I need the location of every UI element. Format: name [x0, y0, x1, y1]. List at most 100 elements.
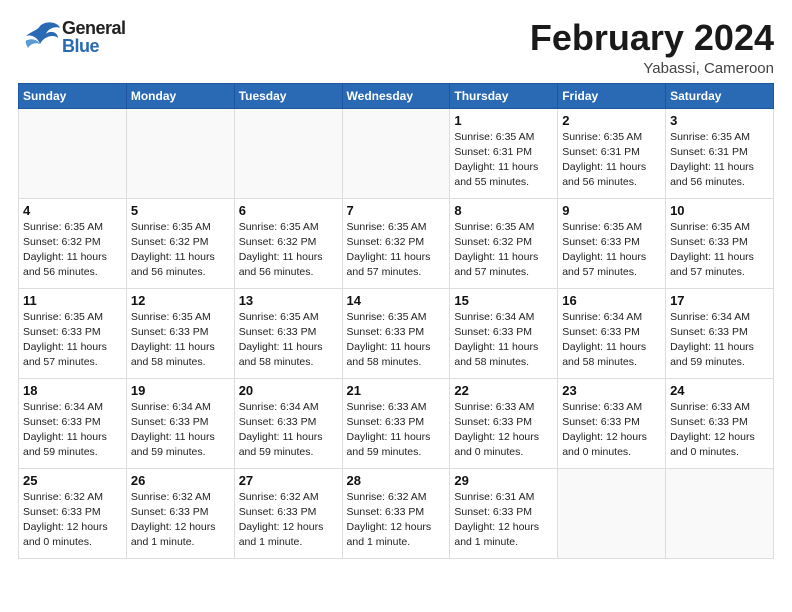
col-friday: Friday: [558, 83, 666, 108]
calendar-week-1: 1Sunrise: 6:35 AM Sunset: 6:31 PM Daylig…: [19, 108, 774, 198]
day-info: Sunrise: 6:31 AM Sunset: 6:33 PM Dayligh…: [454, 490, 553, 551]
calendar-cell: 8 Sunrise: 6:35 AM Sunset: 6:32 PM Daylig…: [450, 198, 558, 288]
logo: General Blue: [18, 18, 126, 56]
calendar-cell: 17 Sunrise: 6:34 AM Sunset: 6:33 PM Dayli…: [666, 288, 774, 378]
day-info: Sunrise: 6:32 AM Sunset: 6:33 PM Dayligh…: [239, 490, 338, 551]
day-info: Sunrise: 6:32 AM Sunset: 6:33 PM Dayligh…: [347, 490, 446, 551]
day-number: 28: [347, 473, 446, 488]
day-number: 13: [239, 293, 338, 308]
calendar-cell: 28 Sunrise: 6:32 AM Sunset: 6:33 PM Dayli…: [342, 468, 450, 558]
calendar-week-4: 18 Sunrise: 6:34 AM Sunset: 6:33 PM Dayli…: [19, 378, 774, 468]
calendar-cell: [126, 108, 234, 198]
day-info: Sunrise: 6:34 AM Sunset: 6:33 PM Dayligh…: [131, 400, 230, 461]
day-number: 17: [670, 293, 769, 308]
calendar-table: Sunday Monday Tuesday Wednesday Thursday…: [18, 83, 774, 559]
col-thursday: Thursday: [450, 83, 558, 108]
calendar-cell: 24Sunrise: 6:33 AM Sunset: 6:33 PM Dayli…: [666, 378, 774, 468]
day-number: 6: [239, 203, 338, 218]
logo-icon: [18, 18, 62, 56]
day-number: 27: [239, 473, 338, 488]
title-block: February 2024 Yabassi, Cameroon: [530, 18, 774, 77]
col-sunday: Sunday: [19, 83, 127, 108]
day-number: 15: [454, 293, 553, 308]
day-number: 21: [347, 383, 446, 398]
calendar-cell: 9 Sunrise: 6:35 AM Sunset: 6:33 PM Daylig…: [558, 198, 666, 288]
day-info: Sunrise: 6:34 AM Sunset: 6:33 PM Dayligh…: [562, 310, 661, 371]
calendar-cell: 15 Sunrise: 6:34 AM Sunset: 6:33 PM Dayli…: [450, 288, 558, 378]
day-number: 16: [562, 293, 661, 308]
calendar-cell: 10Sunrise: 6:35 AM Sunset: 6:33 PM Dayli…: [666, 198, 774, 288]
day-info: Sunrise: 6:35 AM Sunset: 6:31 PM Dayligh…: [670, 130, 769, 191]
day-number: 18: [23, 383, 122, 398]
day-number: 26: [131, 473, 230, 488]
calendar-header-row: Sunday Monday Tuesday Wednesday Thursday…: [19, 83, 774, 108]
calendar-cell: 13Sunrise: 6:35 AM Sunset: 6:33 PM Dayli…: [234, 288, 342, 378]
day-number: 25: [23, 473, 122, 488]
day-info: Sunrise: 6:32 AM Sunset: 6:33 PM Dayligh…: [131, 490, 230, 551]
day-info: Sunrise: 6:35 AM Sunset: 6:32 PM Dayligh…: [131, 220, 230, 281]
logo-blue: Blue: [62, 37, 126, 55]
day-number: 20: [239, 383, 338, 398]
day-number: 22: [454, 383, 553, 398]
col-monday: Monday: [126, 83, 234, 108]
calendar-cell: 18 Sunrise: 6:34 AM Sunset: 6:33 PM Dayli…: [19, 378, 127, 468]
day-info: Sunrise: 6:35 AM Sunset: 6:33 PM Dayligh…: [670, 220, 769, 281]
calendar-cell: 25 Sunrise: 6:32 AM Sunset: 6:33 PM Dayli…: [19, 468, 127, 558]
day-number: 29: [454, 473, 553, 488]
logo-text: General Blue: [62, 19, 126, 55]
calendar-location: Yabassi, Cameroon: [530, 60, 774, 77]
day-info: Sunrise: 6:35 AM Sunset: 6:33 PM Dayligh…: [23, 310, 122, 371]
calendar-cell: 16 Sunrise: 6:34 AM Sunset: 6:33 PM Dayli…: [558, 288, 666, 378]
day-info: Sunrise: 6:33 AM Sunset: 6:33 PM Dayligh…: [562, 400, 661, 461]
calendar-cell: [666, 468, 774, 558]
calendar-cell: 2 Sunrise: 6:35 AM Sunset: 6:31 PM Daylig…: [558, 108, 666, 198]
day-info: Sunrise: 6:35 AM Sunset: 6:33 PM Dayligh…: [131, 310, 230, 371]
calendar-week-3: 11 Sunrise: 6:35 AM Sunset: 6:33 PM Dayli…: [19, 288, 774, 378]
logo-general: General: [62, 19, 126, 37]
col-saturday: Saturday: [666, 83, 774, 108]
day-number: 24: [670, 383, 769, 398]
calendar-week-5: 25 Sunrise: 6:32 AM Sunset: 6:33 PM Dayli…: [19, 468, 774, 558]
calendar-cell: 29 Sunrise: 6:31 AM Sunset: 6:33 PM Dayli…: [450, 468, 558, 558]
calendar-cell: 1Sunrise: 6:35 AM Sunset: 6:31 PM Daylig…: [450, 108, 558, 198]
day-number: 11: [23, 293, 122, 308]
day-number: 14: [347, 293, 446, 308]
day-number: 23: [562, 383, 661, 398]
day-info: Sunrise: 6:35 AM Sunset: 6:32 PM Dayligh…: [239, 220, 338, 281]
day-number: 5: [131, 203, 230, 218]
calendar-cell: 14 Sunrise: 6:35 AM Sunset: 6:33 PM Dayli…: [342, 288, 450, 378]
day-info: Sunrise: 6:35 AM Sunset: 6:32 PM Dayligh…: [23, 220, 122, 281]
day-info: Sunrise: 6:34 AM Sunset: 6:33 PM Dayligh…: [23, 400, 122, 461]
header: General Blue February 2024 Yabassi, Came…: [18, 18, 774, 77]
day-info: Sunrise: 6:35 AM Sunset: 6:33 PM Dayligh…: [347, 310, 446, 371]
calendar-cell: [342, 108, 450, 198]
day-info: Sunrise: 6:34 AM Sunset: 6:33 PM Dayligh…: [454, 310, 553, 371]
calendar-cell: [558, 468, 666, 558]
calendar-cell: 23 Sunrise: 6:33 AM Sunset: 6:33 PM Dayli…: [558, 378, 666, 468]
calendar-cell: 4 Sunrise: 6:35 AM Sunset: 6:32 PM Daylig…: [19, 198, 127, 288]
day-number: 8: [454, 203, 553, 218]
calendar-cell: 5 Sunrise: 6:35 AM Sunset: 6:32 PM Daylig…: [126, 198, 234, 288]
calendar-cell: 22 Sunrise: 6:33 AM Sunset: 6:33 PM Dayli…: [450, 378, 558, 468]
day-info: Sunrise: 6:32 AM Sunset: 6:33 PM Dayligh…: [23, 490, 122, 551]
day-number: 7: [347, 203, 446, 218]
day-info: Sunrise: 6:35 AM Sunset: 6:31 PM Dayligh…: [454, 130, 553, 191]
day-info: Sunrise: 6:34 AM Sunset: 6:33 PM Dayligh…: [239, 400, 338, 461]
day-number: 3: [670, 113, 769, 128]
col-tuesday: Tuesday: [234, 83, 342, 108]
day-info: Sunrise: 6:35 AM Sunset: 6:31 PM Dayligh…: [562, 130, 661, 191]
day-number: 4: [23, 203, 122, 218]
day-info: Sunrise: 6:33 AM Sunset: 6:33 PM Dayligh…: [347, 400, 446, 461]
calendar-cell: [19, 108, 127, 198]
calendar-cell: 6 Sunrise: 6:35 AM Sunset: 6:32 PM Daylig…: [234, 198, 342, 288]
calendar-cell: 7Sunrise: 6:35 AM Sunset: 6:32 PM Daylig…: [342, 198, 450, 288]
day-number: 2: [562, 113, 661, 128]
day-info: Sunrise: 6:33 AM Sunset: 6:33 PM Dayligh…: [454, 400, 553, 461]
day-info: Sunrise: 6:35 AM Sunset: 6:33 PM Dayligh…: [562, 220, 661, 281]
day-info: Sunrise: 6:35 AM Sunset: 6:32 PM Dayligh…: [454, 220, 553, 281]
calendar-cell: 19Sunrise: 6:34 AM Sunset: 6:33 PM Dayli…: [126, 378, 234, 468]
day-info: Sunrise: 6:34 AM Sunset: 6:33 PM Dayligh…: [670, 310, 769, 371]
page: General Blue February 2024 Yabassi, Came…: [0, 0, 792, 612]
day-number: 9: [562, 203, 661, 218]
calendar-week-2: 4 Sunrise: 6:35 AM Sunset: 6:32 PM Daylig…: [19, 198, 774, 288]
